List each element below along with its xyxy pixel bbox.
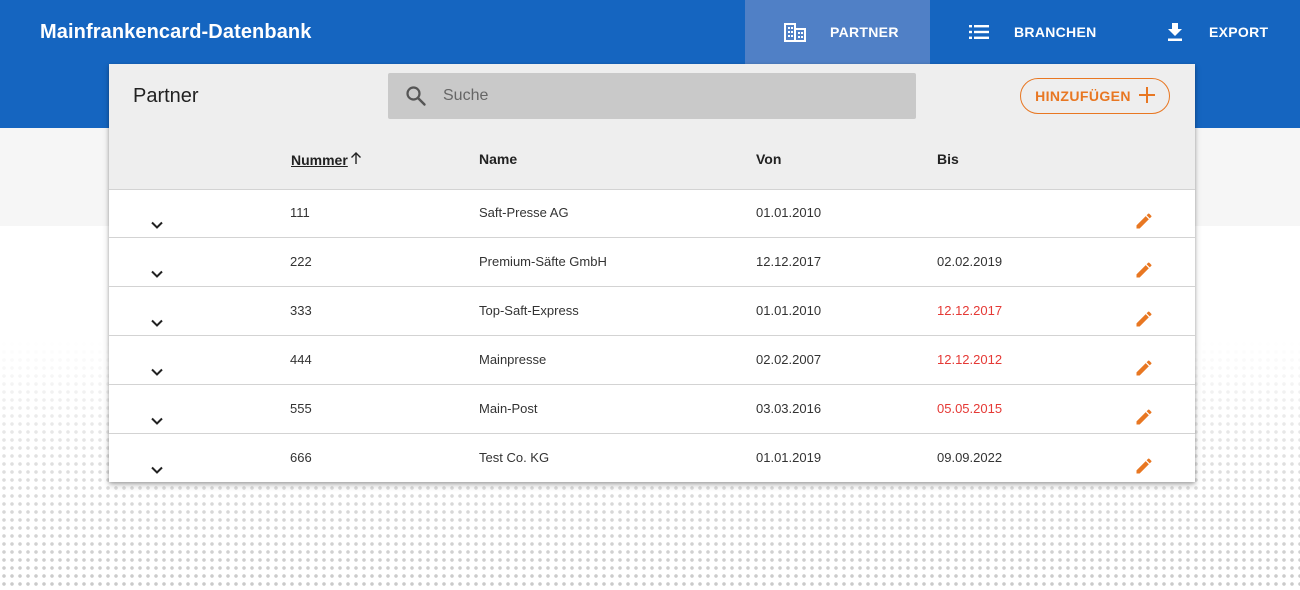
cell-nummer: 444	[290, 352, 312, 367]
nav-tab-export[interactable]: EXPORT	[1130, 0, 1300, 64]
add-button-label: HINZUFÜGEN	[1035, 88, 1131, 104]
cell-name: Top-Saft-Express	[479, 303, 579, 318]
search-input[interactable]	[443, 73, 903, 119]
column-header-bis[interactable]: Bis	[937, 151, 959, 167]
cell-von: 02.02.2007	[756, 352, 822, 367]
table-row[interactable]: 111 Saft-Presse AG 01.01.2010	[109, 189, 1195, 238]
cell-von: 12.12.2017	[756, 254, 822, 269]
sort-ascending-icon	[348, 151, 363, 168]
edit-pencil-icon[interactable]	[1134, 448, 1154, 482]
cell-bis: 12.12.2012	[937, 352, 1003, 367]
nav-tab-label: EXPORT	[1209, 24, 1269, 40]
cell-von: 01.01.2010	[756, 205, 822, 220]
search-icon	[405, 85, 427, 112]
cell-name: Main-Post	[479, 401, 538, 416]
table-body: 111 Saft-Presse AG 01.01.2010 222 Premium-Sä…	[109, 189, 1195, 482]
column-header-name[interactable]: Name	[479, 151, 517, 167]
building-icon	[784, 22, 806, 42]
cell-nummer: 555	[290, 401, 312, 416]
cell-bis: 05.05.2015	[937, 401, 1003, 416]
list-icon	[969, 24, 989, 40]
cell-nummer: 222	[290, 254, 312, 269]
cell-von: 03.03.2016	[756, 401, 822, 416]
nav-tab-label: PARTNER	[830, 24, 899, 40]
column-header-label: Nummer	[291, 151, 348, 168]
nav-tab-branchen[interactable]: BRANCHEN	[930, 0, 1130, 64]
card-title: Partner	[133, 85, 199, 107]
cell-bis: 02.02.2019	[937, 254, 1003, 269]
column-header-nummer[interactable]: Nummer	[291, 151, 363, 168]
cell-name: Saft-Presse AG	[479, 205, 569, 220]
partner-card: Partner HINZUFÜGEN Nummer	[109, 64, 1195, 482]
nav-tab-partner[interactable]: PARTNER	[745, 0, 930, 64]
cell-nummer: 333	[290, 303, 312, 318]
table-row[interactable]: 222 Premium-Säfte GmbH 12.12.2017 02.02.201…	[109, 238, 1195, 287]
cell-name: Test Co. KG	[479, 450, 550, 465]
cell-von: 01.01.2019	[756, 450, 822, 465]
cell-von: 01.01.2010	[756, 303, 822, 318]
add-partner-button[interactable]: HINZUFÜGEN	[1020, 78, 1170, 114]
app-title: Mainfrankencard-Datenbank	[40, 21, 312, 43]
table-row[interactable]: 666 Test Co. KG 01.01.2019 09.09.2022	[109, 434, 1195, 482]
cell-bis: 12.12.2017	[937, 303, 1003, 318]
plus-icon	[1131, 86, 1155, 106]
nav-tab-label: BRANCHEN	[1014, 24, 1097, 40]
cell-nummer: 666	[290, 450, 312, 465]
table-row[interactable]: 555 Main-Post 03.03.2016 05.05.2015	[109, 385, 1195, 434]
table-row[interactable]: 333 Top-Saft-Express 01.01.2010 12.12.2017	[109, 287, 1195, 336]
download-icon	[1167, 23, 1183, 41]
cell-nummer: 111	[290, 205, 310, 220]
expand-chevron-icon[interactable]	[149, 450, 165, 482]
cell-name: Premium-Säfte GmbH	[479, 254, 607, 269]
column-header-von[interactable]: Von	[756, 151, 781, 167]
card-header: Partner HINZUFÜGEN Nummer	[109, 64, 1195, 190]
cell-name: Mainpresse	[479, 352, 547, 367]
cell-bis: 09.09.2022	[937, 450, 1003, 465]
table-row[interactable]: 444 Mainpresse 02.02.2007 12.12.2012	[109, 336, 1195, 385]
search-box[interactable]	[388, 73, 916, 119]
